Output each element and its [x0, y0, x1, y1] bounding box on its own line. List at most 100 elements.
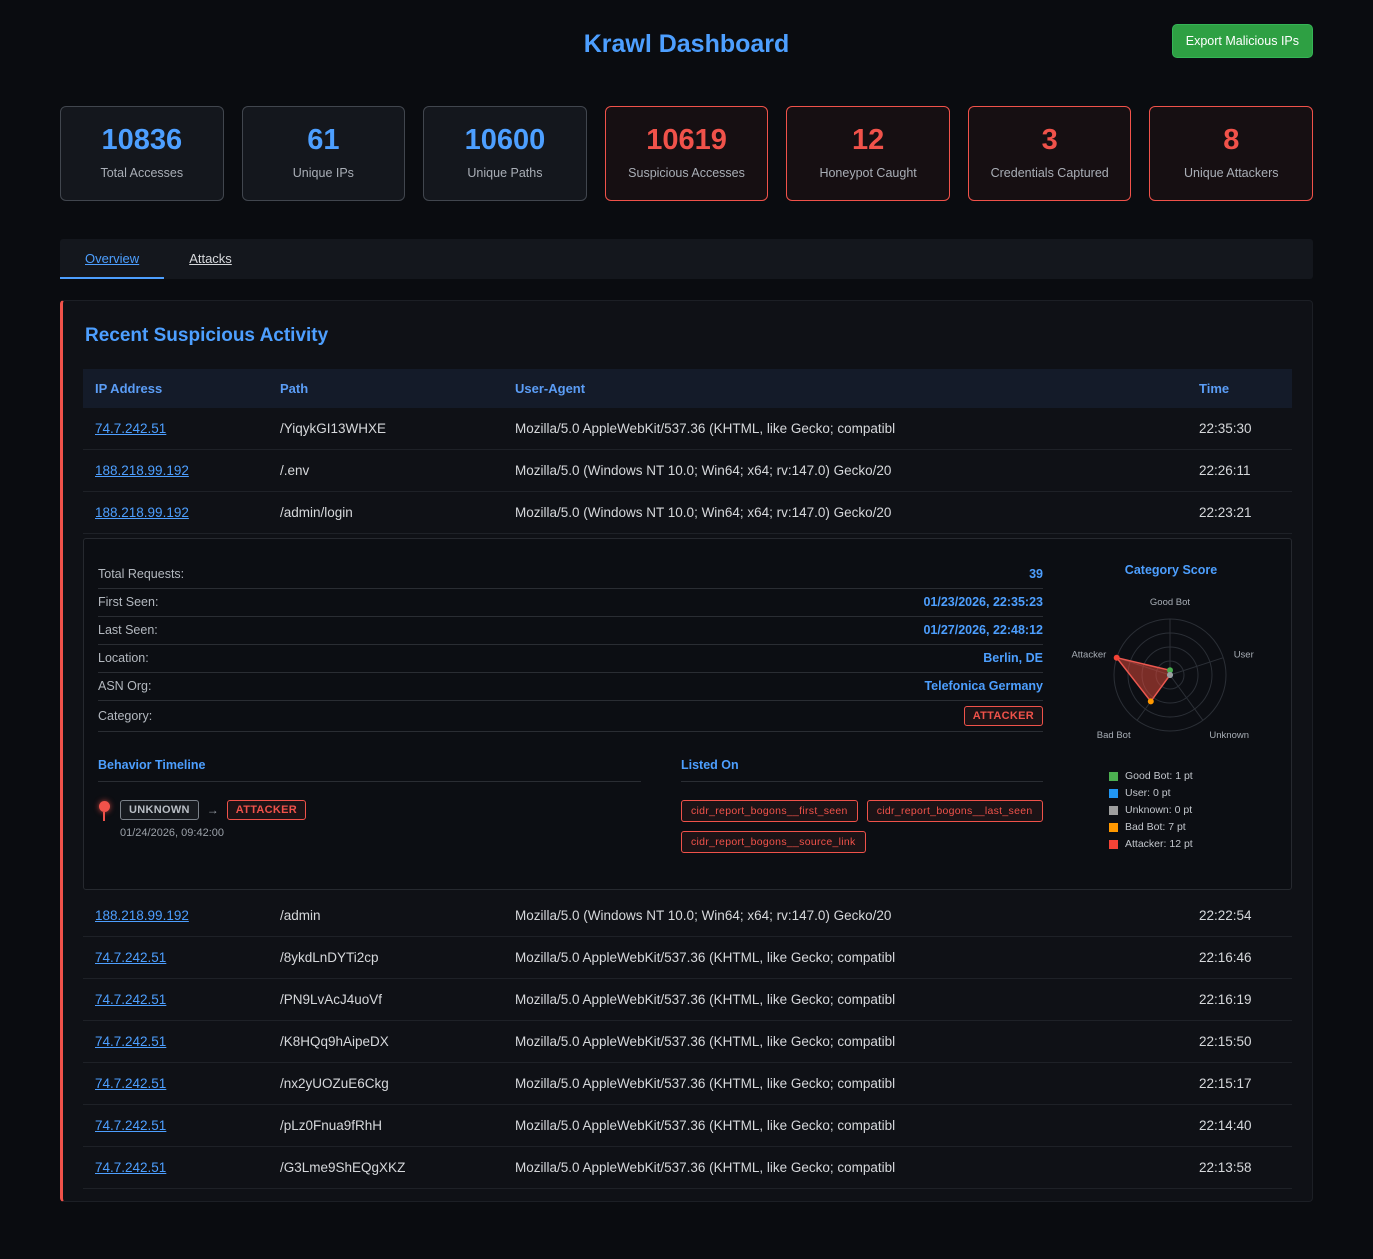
time-cell: 22:35:30 — [1187, 408, 1292, 450]
ip-detail-info: Total Requests: 39 First Seen: 01/23/202… — [98, 561, 1043, 855]
stat-label: Total Accesses — [67, 166, 217, 180]
path-cell: /admin/login — [268, 492, 503, 534]
path-cell: /G3Lme9ShEQgXKZ — [268, 1147, 503, 1189]
dashboard-page: Krawl Dashboard Export Malicious IPs 108… — [60, 0, 1313, 1216]
col-header-path: Path — [268, 369, 503, 408]
listed-on-badges: cidr_report_bogons__first_seen cidr_repor… — [681, 800, 1043, 853]
detail-field-label: ASN Org: — [98, 679, 152, 693]
stat-card: 10600 Unique Paths — [423, 106, 587, 201]
legend-swatch-icon — [1109, 840, 1118, 849]
stat-card: 3 Credentials Captured — [968, 106, 1132, 201]
user-agent-cell: Mozilla/5.0 AppleWebKit/537.36 (KHTML, l… — [503, 1063, 1187, 1105]
stat-label: Unique Paths — [430, 166, 580, 180]
legend-item: User: 0 pt — [1109, 787, 1277, 799]
ip-detail-row: Total Requests: 39 First Seen: 01/23/202… — [83, 534, 1292, 896]
time-cell: 22:14:40 — [1187, 1105, 1292, 1147]
timeline-body: UNKNOWN → ATTACKER 01/24/2026, 09:42:00 — [120, 800, 306, 839]
activity-table-row[interactable]: 188.218.99.192 /.env Mozilla/5.0 (Window… — [83, 450, 1292, 492]
stats-row: 10836 Total Accesses 61 Unique IPs 10600… — [60, 106, 1313, 201]
tab-overview[interactable]: Overview — [60, 239, 164, 279]
export-malicious-ips-button[interactable]: Export Malicious IPs — [1172, 24, 1313, 58]
detail-field-row: Last Seen: 01/27/2026, 22:48:12 — [98, 617, 1043, 645]
behavior-timeline-title: Behavior Timeline — [98, 758, 641, 782]
legend-item: Good Bot: 1 pt — [1109, 770, 1277, 782]
activity-table-row[interactable]: 74.7.242.51 /YiqykGI13WHXE Mozilla/5.0 A… — [83, 408, 1292, 450]
stat-value: 10600 — [430, 124, 580, 157]
activity-table-body: 74.7.242.51 /YiqykGI13WHXE Mozilla/5.0 A… — [83, 408, 1292, 1189]
svg-text:Attacker: Attacker — [1071, 649, 1106, 660]
path-cell: /YiqykGI13WHXE — [268, 408, 503, 450]
user-agent-cell: Mozilla/5.0 (Windows NT 10.0; Win64; x64… — [503, 895, 1187, 937]
time-cell: 22:16:46 — [1187, 937, 1292, 979]
ip-link[interactable]: 74.7.242.51 — [95, 1076, 166, 1091]
stat-label: Suspicious Accesses — [612, 166, 762, 180]
stat-value: 61 — [249, 124, 399, 157]
time-cell: 22:15:50 — [1187, 1021, 1292, 1063]
ip-link[interactable]: 188.218.99.192 — [95, 908, 189, 923]
chart-legend: Good Bot: 1 pt User: 0 pt Unknown: 0 pt … — [1109, 770, 1277, 850]
activity-table-row[interactable]: 74.7.242.51 /nx2yUOZuE6Ckg Mozilla/5.0 A… — [83, 1063, 1292, 1105]
svg-text:Good Bot: Good Bot — [1150, 597, 1190, 608]
time-cell: 22:16:19 — [1187, 979, 1292, 1021]
legend-swatch-icon — [1109, 823, 1118, 832]
blocklist-badge: cidr_report_bogons__source_link — [681, 831, 866, 853]
detail-field-value: 01/27/2026, 22:48:12 — [923, 623, 1043, 637]
stat-value: 10836 — [67, 124, 217, 157]
activity-table-row[interactable]: 74.7.242.51 /PN9LvAcJ4uoVf Mozilla/5.0 A… — [83, 979, 1292, 1021]
chart-title: Category Score — [1065, 563, 1277, 577]
legend-label: Good Bot: 1 pt — [1125, 770, 1193, 782]
ip-link[interactable]: 188.218.99.192 — [95, 463, 189, 478]
legend-label: Bad Bot: 7 pt — [1125, 821, 1186, 833]
legend-label: User: 0 pt — [1125, 787, 1171, 799]
ip-link[interactable]: 188.218.99.192 — [95, 505, 189, 520]
detail-field-value: 01/23/2026, 22:35:23 — [923, 595, 1043, 609]
path-cell: /8ykdLnDYTi2cp — [268, 937, 503, 979]
svg-text:User: User — [1234, 649, 1254, 660]
ip-link[interactable]: 74.7.242.51 — [95, 421, 166, 436]
detail-field-value: 39 — [1029, 567, 1043, 581]
detail-field-value: Telefonica Germany — [924, 679, 1043, 693]
category-field-label: Category: — [98, 709, 152, 723]
timeline-to-badge: ATTACKER — [227, 800, 306, 820]
activity-table-row[interactable]: 74.7.242.51 /G3Lme9ShEQgXKZ Mozilla/5.0 … — [83, 1147, 1292, 1189]
stat-label: Honeypot Caught — [793, 166, 943, 180]
header: Krawl Dashboard Export Malicious IPs — [60, 22, 1313, 74]
stat-card: 10619 Suspicious Accesses — [605, 106, 769, 201]
user-agent-cell: Mozilla/5.0 (Windows NT 10.0; Win64; x64… — [503, 450, 1187, 492]
time-cell: 22:22:54 — [1187, 895, 1292, 937]
path-cell: /nx2yUOZuE6Ckg — [268, 1063, 503, 1105]
stat-card: 12 Honeypot Caught — [786, 106, 950, 201]
ip-link[interactable]: 74.7.242.51 — [95, 950, 166, 965]
ip-link[interactable]: 74.7.242.51 — [95, 1034, 166, 1049]
page-title: Krawl Dashboard — [60, 22, 1313, 59]
timeline-pin-icon — [98, 800, 110, 839]
blocklist-badge: cidr_report_bogons__first_seen — [681, 800, 858, 822]
tab-attacks[interactable]: Attacks — [164, 239, 257, 279]
legend-item: Bad Bot: 7 pt — [1109, 821, 1277, 833]
category-score-chart: Category Score Good BotUserUnknownBad Bo… — [1065, 561, 1277, 855]
behavior-timeline-section: Behavior Timeline UNKNOWN → AT — [98, 758, 641, 853]
activity-table-row[interactable]: 74.7.242.51 /K8HQq9hAipeDX Mozilla/5.0 A… — [83, 1021, 1292, 1063]
detail-field-value: Berlin, DE — [983, 651, 1043, 665]
stat-value: 10619 — [612, 124, 762, 157]
col-header-time: Time — [1187, 369, 1292, 408]
time-cell: 22:15:17 — [1187, 1063, 1292, 1105]
ip-link[interactable]: 74.7.242.51 — [95, 1118, 166, 1133]
stat-value: 12 — [793, 124, 943, 157]
user-agent-cell: Mozilla/5.0 AppleWebKit/537.36 (KHTML, l… — [503, 1147, 1187, 1189]
activity-table-row[interactable]: 74.7.242.51 /pLz0Fnua9fRhH Mozilla/5.0 A… — [83, 1105, 1292, 1147]
stat-label: Unique Attackers — [1156, 166, 1306, 180]
time-cell: 22:23:21 — [1187, 492, 1292, 534]
ip-link[interactable]: 74.7.242.51 — [95, 992, 166, 1007]
activity-table-row[interactable]: 188.218.99.192 /admin/login Mozilla/5.0 … — [83, 492, 1292, 534]
user-agent-cell: Mozilla/5.0 AppleWebKit/537.36 (KHTML, l… — [503, 408, 1187, 450]
activity-table-row[interactable]: 188.218.99.192 /admin Mozilla/5.0 (Windo… — [83, 895, 1292, 937]
stat-card: 61 Unique IPs — [242, 106, 406, 201]
listed-on-title: Listed On — [681, 758, 1043, 782]
activity-table-row[interactable]: 74.7.242.51 /8ykdLnDYTi2cp Mozilla/5.0 A… — [83, 937, 1292, 979]
user-agent-cell: Mozilla/5.0 AppleWebKit/537.36 (KHTML, l… — [503, 1105, 1187, 1147]
path-cell: /admin — [268, 895, 503, 937]
activity-table-head: IP Address Path User-Agent Time — [83, 369, 1292, 408]
path-cell: /PN9LvAcJ4uoVf — [268, 979, 503, 1021]
ip-link[interactable]: 74.7.242.51 — [95, 1160, 166, 1175]
